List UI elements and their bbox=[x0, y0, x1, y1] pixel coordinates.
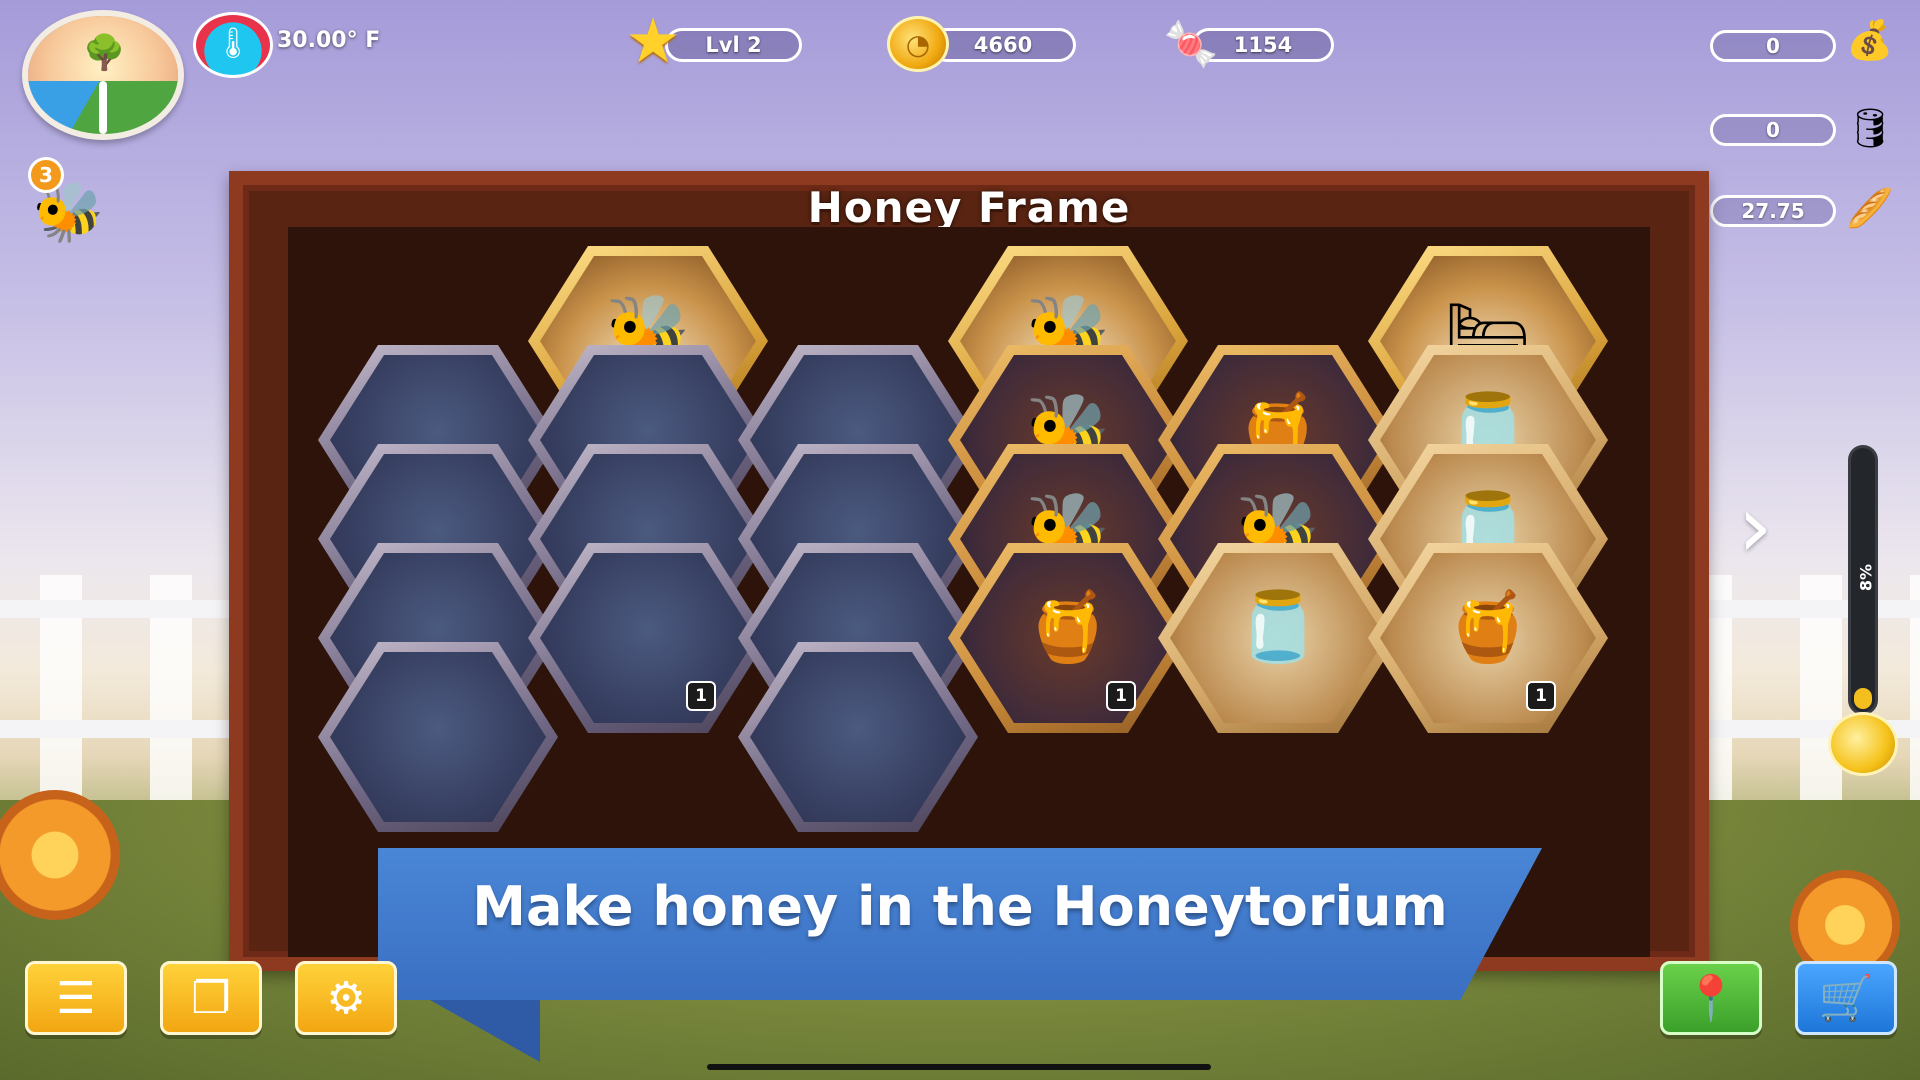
bread-value: 27.75 bbox=[1741, 199, 1805, 223]
bread-icon: 🥖 bbox=[1846, 185, 1894, 230]
bee-count-badge: 3 bbox=[28, 157, 64, 193]
season-dial[interactable]: 🌳 bbox=[22, 10, 184, 140]
cell-art-icon: 🫙 bbox=[1235, 588, 1321, 667]
barrel-value: 0 bbox=[1766, 118, 1780, 142]
frame-title: Honey Frame bbox=[807, 183, 1131, 232]
barrel-icon: 🛢 bbox=[1845, 105, 1895, 150]
thermometer-icon[interactable]: 🌡 bbox=[193, 12, 273, 78]
cell-count-badge: 1 bbox=[1526, 681, 1556, 711]
coins-pill[interactable]: 4660 bbox=[930, 28, 1076, 62]
map-pin-icon: 📍 bbox=[1683, 973, 1739, 1024]
seed-bag-icon: 💰 bbox=[1846, 17, 1894, 62]
map-pin-button[interactable]: 📍 bbox=[1660, 961, 1762, 1035]
honey-progress-label: 8% bbox=[1856, 563, 1876, 592]
cell-art-icon: 🍯 bbox=[1445, 588, 1531, 667]
honey-drop-icon[interactable] bbox=[1828, 712, 1898, 776]
settings-list-button[interactable]: ⚙ bbox=[295, 961, 397, 1035]
banner-text: Make honey in the Honeytorium bbox=[472, 875, 1448, 938]
windows-icon: ❐ bbox=[191, 972, 231, 1024]
temperature-readout: 30.00° F bbox=[277, 28, 381, 53]
season-needle bbox=[99, 80, 107, 134]
cell-interior bbox=[330, 652, 546, 822]
level-label: Lvl 2 bbox=[705, 33, 762, 57]
honey-progress-fill bbox=[1854, 688, 1872, 709]
cell-count-badge: 1 bbox=[1106, 681, 1136, 711]
seed-bag-pill[interactable]: 0 bbox=[1710, 30, 1836, 62]
bread-pill[interactable]: 27.75 bbox=[1710, 195, 1836, 227]
home-indicator[interactable] bbox=[707, 1064, 1211, 1070]
cell-art-icon: 🍯 bbox=[1025, 588, 1111, 667]
star-icon: ★ bbox=[625, 4, 681, 77]
candy-icon: 🍬 bbox=[1163, 19, 1219, 70]
shopping-cart-icon: 🛒 bbox=[1818, 973, 1874, 1024]
tree-icon: 🌳 bbox=[83, 32, 126, 73]
shop-cart-button[interactable]: 🛒 bbox=[1795, 961, 1897, 1035]
barrel-pill[interactable]: 0 bbox=[1710, 114, 1836, 146]
coin-icon: ◔ bbox=[887, 16, 949, 72]
candy-value: 1154 bbox=[1233, 33, 1293, 57]
menu-button[interactable]: ☰ bbox=[25, 961, 127, 1035]
cell-count-badge: 1 bbox=[686, 681, 716, 711]
seed-bag-value: 0 bbox=[1766, 34, 1780, 58]
hamburger-menu-icon: ☰ bbox=[56, 972, 96, 1024]
windows-button[interactable]: ❐ bbox=[160, 961, 262, 1035]
honey-progress-gauge: 8% bbox=[1848, 445, 1878, 715]
cell-interior bbox=[750, 652, 966, 822]
cell-interior bbox=[540, 553, 756, 723]
coins-value: 4660 bbox=[973, 33, 1033, 57]
bee-counter[interactable]: 🐝 3 bbox=[22, 157, 142, 257]
settings-list-icon: ⚙ bbox=[326, 972, 366, 1024]
next-arrow-icon[interactable]: › bbox=[1738, 484, 1788, 570]
